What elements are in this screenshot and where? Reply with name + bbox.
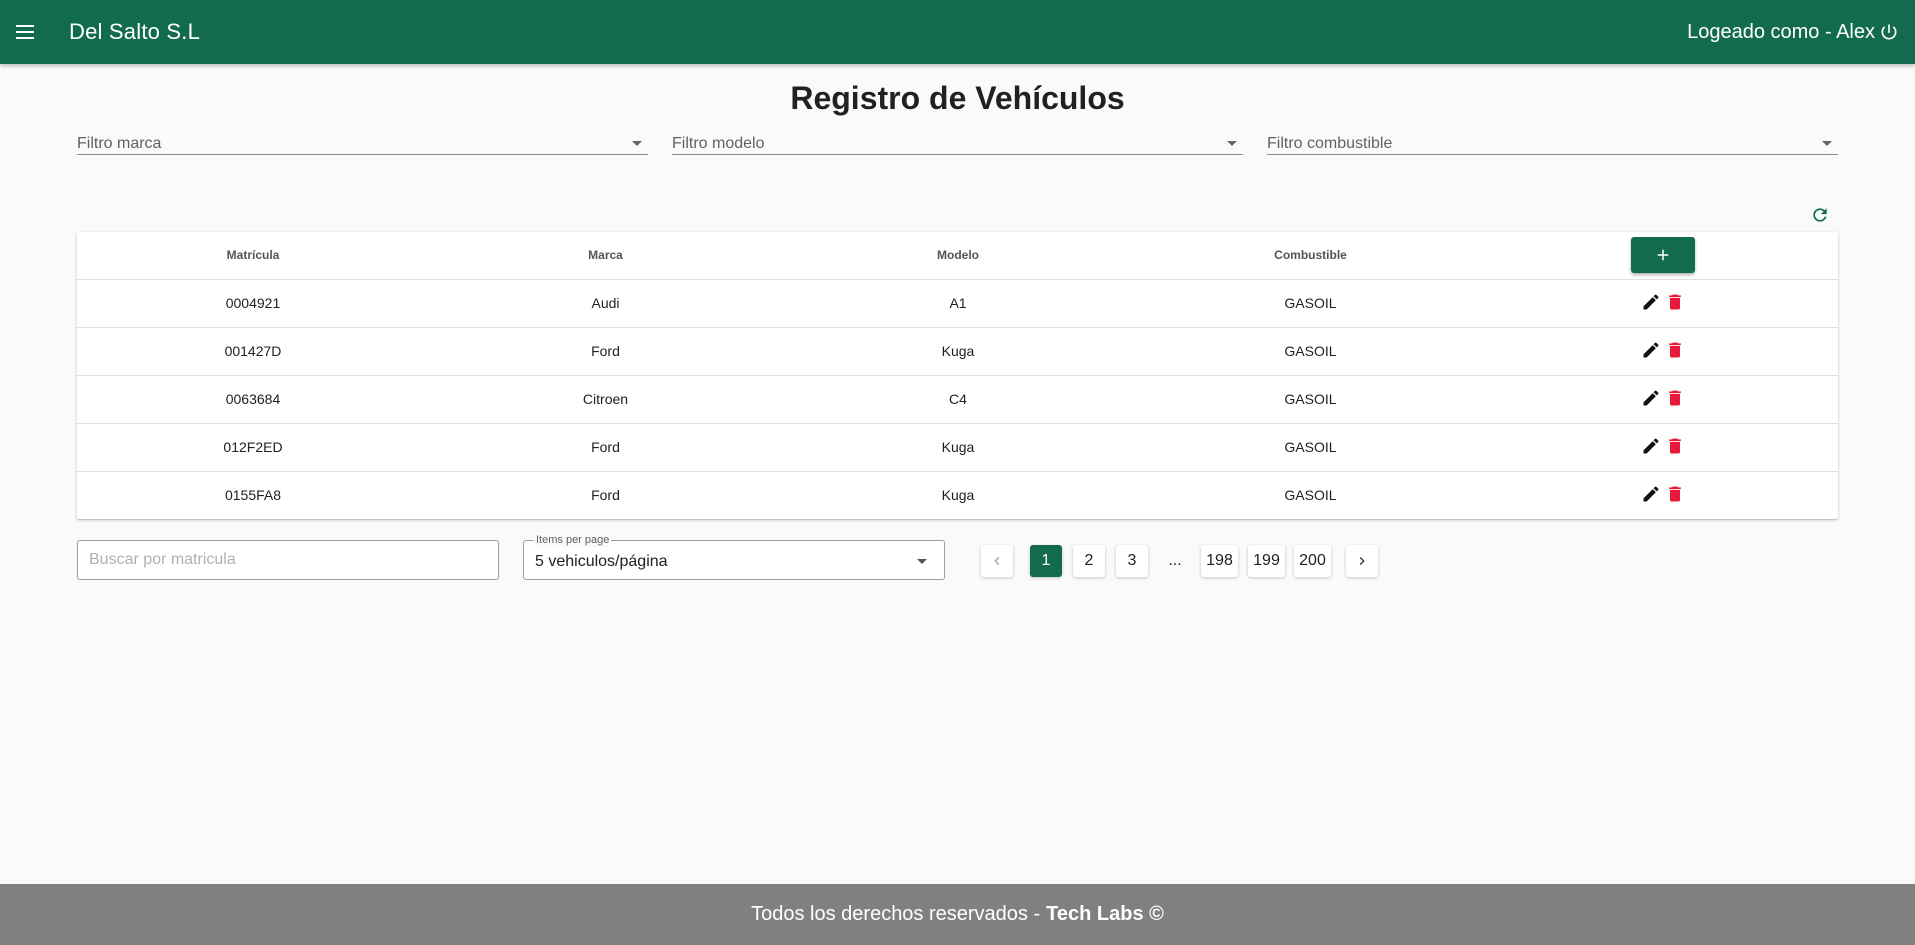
plus-icon <box>1657 250 1668 261</box>
page-button-200[interactable]: 200 <box>1294 545 1331 577</box>
column-header-brand[interactable]: Marca <box>429 232 782 280</box>
refresh-button[interactable] <box>1808 203 1832 227</box>
pagination-ellipsis: ... <box>1168 552 1182 569</box>
page-button-3[interactable]: 3 <box>1116 545 1148 577</box>
cell-model: Kuga <box>941 487 975 504</box>
caret-down-icon <box>1822 140 1832 146</box>
trash-icon[interactable] <box>1665 388 1685 408</box>
model-filter-label: Filtro modelo <box>672 135 765 152</box>
row-actions <box>1641 484 1685 504</box>
cell-model: C4 <box>782 375 1134 424</box>
model-filter-select[interactable]: Filtro modelo <box>672 128 1243 155</box>
caret-down-icon <box>917 559 927 564</box>
table-row: 001427D Ford Kuga GASOIL <box>77 327 1838 376</box>
cell-plate: 0155FA8 <box>224 487 282 504</box>
chevron-right-icon <box>1359 557 1365 565</box>
table-row: 0004921 Audi A1 GASOIL <box>77 279 1838 328</box>
column-header-actions <box>1487 232 1838 280</box>
prev-page-button[interactable] <box>981 545 1013 577</box>
vehicles-table: Matrícula Marca Modelo Combustible 00049… <box>77 232 1838 519</box>
pencil-icon[interactable] <box>1641 484 1661 504</box>
caret-down-icon <box>632 140 642 146</box>
cell-brand: Ford <box>429 327 782 376</box>
footer-text: Todos los derechos reservados - <box>751 903 1041 925</box>
menu-icon[interactable] <box>13 20 37 44</box>
cell-actions <box>1487 375 1838 424</box>
cell-fuel: GASOIL <box>1134 423 1487 472</box>
cell-actions <box>1487 327 1838 376</box>
pencil-icon[interactable] <box>1641 292 1661 312</box>
trash-icon[interactable] <box>1665 292 1685 312</box>
page-button-199[interactable]: 199 <box>1248 545 1285 577</box>
search-plate-input[interactable] <box>77 540 499 580</box>
page-title: Registro de Vehículos <box>790 80 1125 116</box>
trash-icon[interactable] <box>1665 436 1685 456</box>
cell-plate: 0004921 <box>77 279 429 328</box>
row-actions <box>1641 436 1685 456</box>
pencil-icon[interactable] <box>1641 388 1661 408</box>
cell-actions <box>1487 279 1838 328</box>
app-title: Del Salto S.L <box>69 19 201 44</box>
pencil-icon[interactable] <box>1641 340 1661 360</box>
cell-model: Kuga <box>782 327 1134 376</box>
chevron-left-icon <box>994 557 1000 565</box>
table-header-row: Matrícula Marca Modelo Combustible <box>77 232 1838 280</box>
fuel-filter-select[interactable]: Filtro combustible <box>1267 128 1838 155</box>
fuel-filter-label: Filtro combustible <box>1267 135 1393 152</box>
table-row: 0063684 Citroen C4 GASOIL <box>77 375 1838 424</box>
logged-in-text: Logeado como - Alex <box>1687 20 1875 43</box>
row-actions <box>1641 292 1685 312</box>
cell-brand: Audi <box>429 279 782 328</box>
pencil-icon[interactable] <box>1641 436 1661 456</box>
caret-down-icon <box>1227 140 1237 146</box>
footer-brand: Tech Labs © <box>1046 903 1164 925</box>
add-vehicle-button[interactable] <box>1630 237 1695 274</box>
next-page-button[interactable] <box>1346 545 1378 577</box>
cell-actions <box>1487 471 1838 519</box>
cell-fuel: GASOIL <box>1134 375 1487 424</box>
cell-model: Kuga <box>782 423 1134 472</box>
cell-brand: Ford <box>591 487 620 504</box>
row-actions <box>1641 340 1685 360</box>
cell-fuel: GASOIL <box>1134 327 1487 376</box>
items-per-page-value: 5 vehiculos/página <box>535 553 668 570</box>
page-button-1[interactable]: 1 <box>1030 545 1062 577</box>
trash-icon[interactable] <box>1665 340 1685 360</box>
column-header-plate[interactable]: Matrícula <box>77 232 429 280</box>
cell-plate: 012F2ED <box>77 423 429 472</box>
table-row: 0155FA8 Ford Kuga GASOIL <box>77 471 1838 519</box>
page-button-2[interactable]: 2 <box>1073 545 1105 577</box>
cell-model: A1 <box>782 279 1134 328</box>
column-header-fuel[interactable]: Combustible <box>1134 232 1487 280</box>
cell-brand: Citroen <box>429 375 782 424</box>
brand-filter-select[interactable]: Filtro marca <box>77 128 648 155</box>
power-icon[interactable] <box>1879 22 1899 42</box>
brand-filter-label: Filtro marca <box>77 135 162 152</box>
column-header-model[interactable]: Modelo <box>782 232 1134 280</box>
app-header: Del Salto S.L Logeado como - Alex <box>0 0 1915 64</box>
footer: Todos los derechos reservados - Tech Lab… <box>0 884 1915 945</box>
page-button-198[interactable]: 198 <box>1201 545 1238 577</box>
trash-icon[interactable] <box>1665 484 1685 504</box>
cell-actions <box>1487 423 1838 472</box>
cell-plate: 001427D <box>77 327 429 376</box>
items-per-page-label: Items per page <box>534 533 612 547</box>
refresh-icon <box>1813 208 1827 222</box>
cell-brand: Ford <box>429 423 782 472</box>
cell-fuel: GASOIL <box>1134 279 1487 328</box>
cell-fuel: GASOIL <box>1284 487 1337 504</box>
cell-plate: 0063684 <box>77 375 429 424</box>
table-row: 012F2ED Ford Kuga GASOIL <box>77 423 1838 472</box>
items-per-page-select[interactable]: Items per page 5 vehiculos/página <box>523 533 945 580</box>
user-area: Logeado como - Alex <box>1687 21 1899 44</box>
row-actions <box>1641 388 1685 408</box>
